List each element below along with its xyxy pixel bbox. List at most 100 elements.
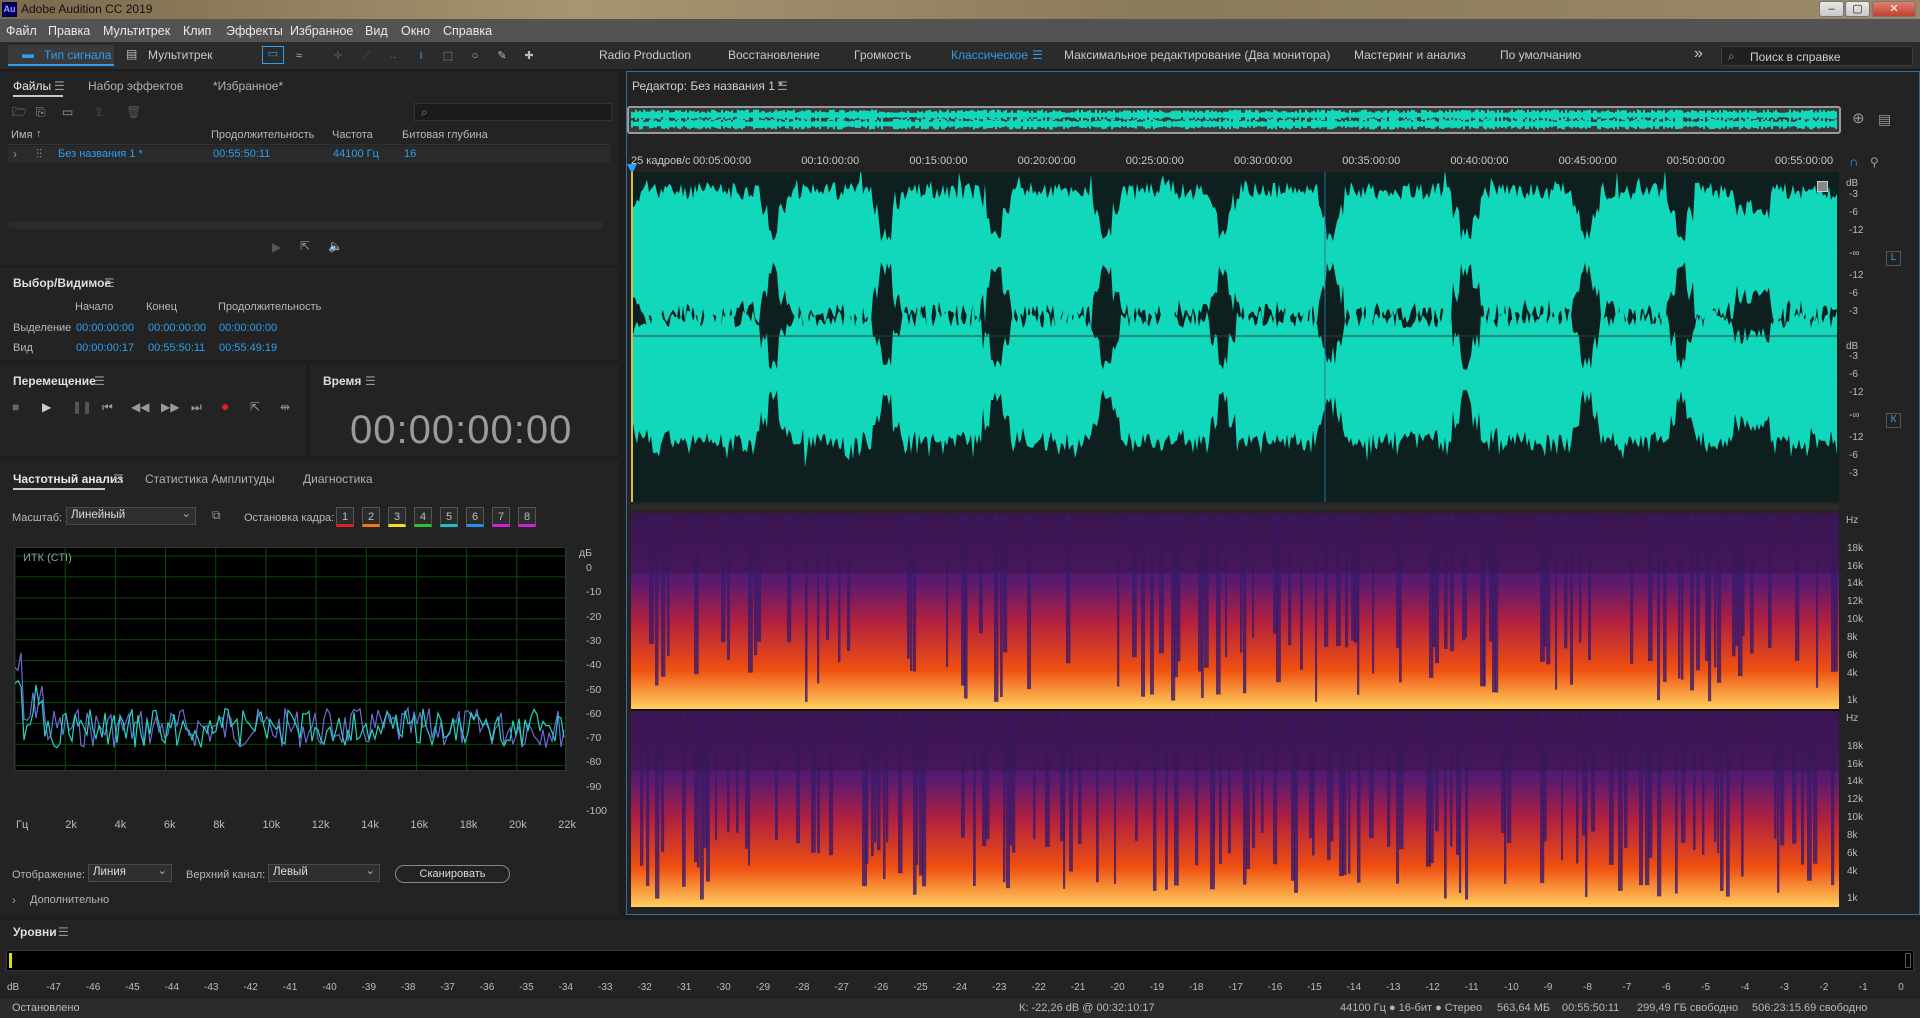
selection-start[interactable]: 00:00:00:00	[76, 322, 134, 334]
clip-indicator[interactable]	[1905, 953, 1911, 968]
panel-menu-icon[interactable]: ☰	[365, 374, 376, 388]
freeze-key-3[interactable]: 3	[388, 507, 406, 527]
rewind-icon[interactable]: ◀◀	[131, 400, 149, 414]
table-row[interactable]: › ⫶⫶ Без названия 1 * 00:55:50:11 44100 …	[8, 146, 610, 163]
overview-navigator[interactable]	[627, 106, 1841, 134]
workspace-restoration[interactable]: Восстановление	[728, 48, 820, 62]
spectral-display-icon[interactable]: ▭	[262, 46, 284, 64]
autoplay-speaker-icon[interactable]: 🔈	[328, 239, 343, 253]
freeze-key-8[interactable]: 8	[518, 507, 536, 527]
go-to-end-icon[interactable]: ⏭	[191, 400, 202, 414]
time-selection-tool-icon[interactable]: I	[410, 47, 432, 65]
lasso-tool-icon[interactable]: ○	[464, 47, 486, 65]
insert-multitrack-icon[interactable]: ⇪	[94, 105, 104, 119]
channel-select[interactable]: Левый	[268, 863, 380, 882]
fast-forward-icon[interactable]: ▶▶	[161, 400, 179, 414]
maximize-button[interactable]: ▢	[1845, 1, 1870, 17]
tab-amplitude-statistics[interactable]: Статистика Амплитуды	[145, 472, 275, 486]
marker-icon[interactable]: ⚲	[1870, 155, 1879, 169]
display-select[interactable]: Линия	[88, 863, 172, 882]
stop-icon[interactable]: ■	[12, 400, 19, 414]
freeze-key-4[interactable]: 4	[414, 507, 432, 527]
new-file-icon[interactable]: ▭	[62, 105, 73, 119]
tab-files[interactable]: Файлы	[13, 79, 51, 93]
tab-frequency-analysis[interactable]: Частотный анализ	[13, 472, 123, 486]
selection-end[interactable]: 00:00:00:00	[148, 322, 206, 334]
pitch-display-icon[interactable]: ≈	[288, 47, 310, 65]
marquee-tool-icon[interactable]: ⬚	[437, 47, 459, 65]
play-icon[interactable]: ▶	[42, 400, 51, 414]
freeze-key-7[interactable]: 7	[492, 507, 510, 527]
advanced-label[interactable]: Дополнительно	[30, 894, 109, 906]
workspace-default[interactable]: По умолчанию	[1500, 48, 1581, 62]
help-search-input[interactable]: ⌕ Поиск в справке	[1721, 46, 1913, 66]
zoom-icon[interactable]: ⊕	[1852, 111, 1865, 126]
loop-preview-icon[interactable]: ⇱	[300, 239, 310, 253]
menu-help[interactable]: Справка	[443, 24, 492, 38]
selection-duration[interactable]: 00:00:00:00	[219, 322, 277, 334]
horizontal-scrollbar[interactable]	[8, 221, 603, 229]
expand-chevron-icon[interactable]: ›	[12, 893, 16, 907]
freeze-key-2[interactable]: 2	[362, 507, 380, 527]
view-duration[interactable]: 00:55:49:19	[219, 342, 277, 354]
panel-menu-icon[interactable]: ☰	[94, 374, 105, 388]
spot-healing-tool-icon[interactable]: ✚	[518, 47, 540, 65]
spectral-divider[interactable]	[631, 504, 1839, 510]
col-rate[interactable]: Частота	[332, 129, 373, 141]
close-button[interactable]: ✕	[1872, 1, 1916, 17]
import-file-icon[interactable]: ⎘	[36, 105, 46, 119]
expand-chevron-icon[interactable]: ›	[13, 147, 17, 161]
pause-icon[interactable]: ❚❚	[72, 400, 92, 414]
move-tool-icon[interactable]: ✛	[327, 47, 349, 65]
menu-edit[interactable]: Правка	[48, 24, 90, 38]
panel-menu-icon[interactable]: ☰	[54, 79, 65, 93]
menu-effects[interactable]: Эффекты	[226, 24, 283, 38]
workspace-menu-icon[interactable]: ☰	[1032, 48, 1043, 62]
freeze-key-1[interactable]: 1	[336, 507, 354, 527]
menu-file[interactable]: Файл	[6, 24, 37, 38]
waveform-display[interactable]	[631, 172, 1839, 502]
tab-effects-rack[interactable]: Набор эффектов	[88, 79, 183, 93]
snap-magnet-icon[interactable]: ∩	[1849, 155, 1858, 169]
scale-select[interactable]: Линейный	[66, 506, 196, 525]
panel-menu-icon[interactable]: ☰	[113, 472, 124, 486]
tab-diagnostics[interactable]: Диагностика	[303, 472, 373, 486]
view-end[interactable]: 00:55:50:11	[148, 342, 205, 354]
loop-playback-icon[interactable]: ⇱	[250, 400, 260, 414]
menu-multitrack[interactable]: Мультитрек	[103, 24, 170, 38]
scan-button[interactable]: Сканировать	[395, 865, 510, 883]
left-channel-toggle[interactable]: L	[1886, 251, 1901, 266]
workspace-mastering[interactable]: Мастеринг и анализ	[1354, 48, 1466, 62]
workspace-radio-production[interactable]: Radio Production	[599, 48, 691, 62]
col-name[interactable]: Имя	[11, 129, 32, 141]
waveform-view-button[interactable]: ▬ Тип сигнала	[8, 45, 114, 66]
open-file-icon[interactable]: 🗁	[12, 105, 27, 119]
delete-icon[interactable]: 🗑	[126, 105, 141, 119]
menu-clip[interactable]: Клип	[183, 24, 211, 38]
minimize-button[interactable]: –	[1819, 1, 1844, 17]
workspace-classic[interactable]: Классическое	[951, 48, 1028, 62]
more-workspaces-icon[interactable]: »	[1694, 45, 1703, 63]
col-depth[interactable]: Битовая глубина	[402, 129, 488, 141]
view-start[interactable]: 00:00:00:17	[76, 342, 134, 354]
col-duration[interactable]: Продолжительность	[211, 129, 314, 141]
panel-menu-icon[interactable]: ☰	[58, 925, 69, 939]
play-preview-icon[interactable]: ▶	[272, 240, 281, 254]
spectral-display[interactable]	[631, 513, 1839, 908]
files-search-input[interactable]: ⌕	[414, 103, 612, 121]
go-to-start-icon[interactable]: ⏮	[102, 400, 113, 414]
multitrack-view-button[interactable]: ▤ Мультитрек	[122, 45, 222, 66]
freeze-key-6[interactable]: 6	[466, 507, 484, 527]
freeze-icon[interactable]: ⧉	[212, 508, 221, 522]
freeze-key-5[interactable]: 5	[440, 507, 458, 527]
razor-tool-icon[interactable]: ⟋	[355, 47, 377, 65]
skip-selection-icon[interactable]: ⇹	[280, 400, 290, 414]
time-display[interactable]: 00:00:00:00	[350, 408, 572, 453]
panel-menu-icon[interactable]: ☰	[104, 276, 115, 290]
menu-favorites[interactable]: Избранное	[290, 24, 353, 38]
brush-tool-icon[interactable]: ✎	[491, 47, 513, 65]
tab-favorites[interactable]: *Избранное*	[213, 79, 283, 93]
menu-view[interactable]: Вид	[365, 24, 388, 38]
right-channel-toggle[interactable]: К	[1886, 413, 1901, 428]
toggle-view-icon[interactable]: ▤	[1878, 112, 1891, 126]
